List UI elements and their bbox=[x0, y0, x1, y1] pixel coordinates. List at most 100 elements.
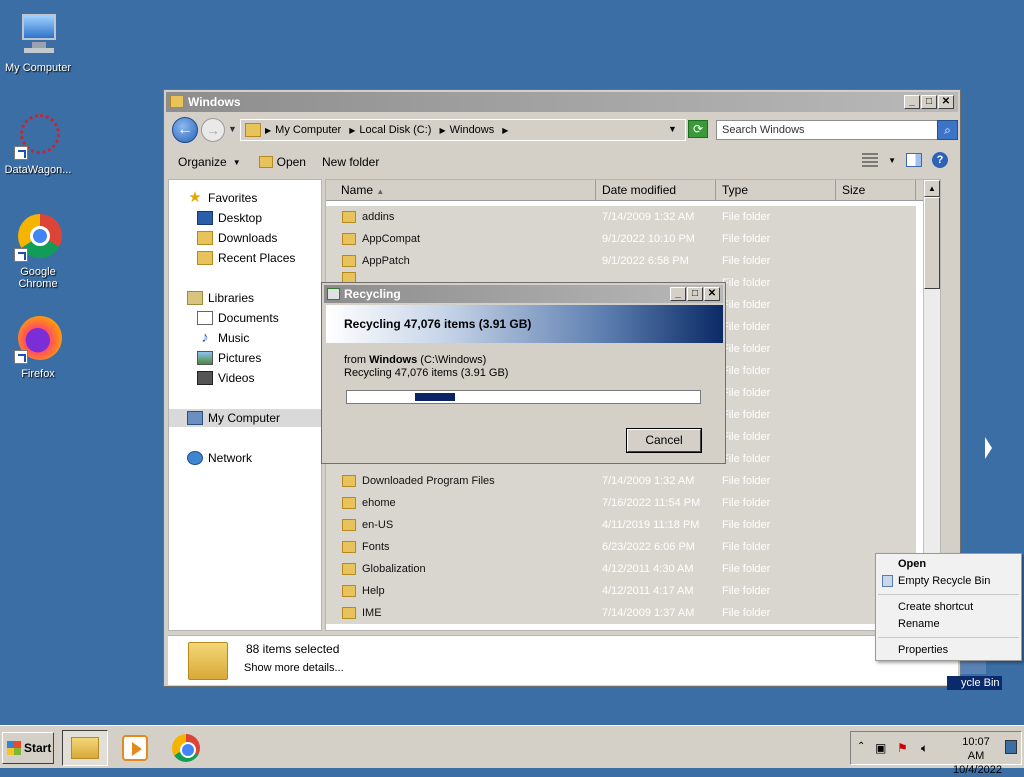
row-name: Fonts bbox=[342, 536, 390, 558]
show-more-details-link[interactable]: Show more details... bbox=[244, 662, 344, 674]
column-type[interactable]: Type bbox=[716, 180, 836, 201]
volume-icon[interactable]: 🔈︎ bbox=[921, 741, 928, 756]
menu-item-rename[interactable]: Rename bbox=[876, 616, 1021, 633]
menu-item-create-shortcut[interactable]: Create shortcut bbox=[876, 599, 1021, 616]
music-icon: ♪ bbox=[201, 329, 209, 346]
row-type: File folder bbox=[722, 365, 771, 377]
minimize-button[interactable]: _ bbox=[904, 95, 920, 109]
close-button[interactable]: ✕ bbox=[938, 95, 954, 109]
nav-desktop[interactable]: Desktop bbox=[169, 209, 321, 227]
menu-item-properties[interactable]: Properties bbox=[876, 642, 1021, 659]
maximize-button[interactable]: □ bbox=[687, 287, 703, 301]
breadcrumb-arrow-icon[interactable]: ▶ bbox=[265, 126, 271, 135]
row-date: 7/16/2022 11:54 PM bbox=[602, 497, 701, 509]
table-row[interactable]: Downloaded Program Files 7/14/2009 1:32 A… bbox=[326, 470, 916, 492]
nav-network[interactable]: Network bbox=[169, 449, 321, 467]
table-row[interactable]: AppCompat 9/1/2022 10:10 PM File folder bbox=[326, 228, 916, 250]
close-button[interactable]: ✕ bbox=[704, 287, 720, 301]
nav-favorites[interactable]: ★ Favorites bbox=[169, 189, 321, 207]
column-date-modified[interactable]: Date modified bbox=[596, 180, 716, 201]
menu-item-empty-recycle-bin[interactable]: Empty Recycle Bin bbox=[876, 573, 1021, 590]
open-button[interactable]: Open bbox=[258, 155, 306, 169]
taskbar-explorer-button[interactable] bbox=[62, 730, 108, 766]
column-name[interactable]: Name ▲ bbox=[326, 180, 596, 201]
cancel-button[interactable]: Cancel bbox=[626, 428, 702, 453]
search-input[interactable]: Search Windows bbox=[716, 120, 938, 140]
search-icon[interactable]: ⌕ bbox=[937, 120, 958, 140]
table-row[interactable]: addins 7/14/2009 1:32 AM File folder bbox=[326, 206, 916, 228]
row-type: File folder bbox=[722, 321, 771, 333]
breadcrumb-arrow-icon[interactable]: ▶ bbox=[349, 126, 355, 135]
dialog-titlebar[interactable]: Recycling _ □ ✕ bbox=[324, 285, 723, 303]
nav-videos[interactable]: Videos bbox=[169, 369, 321, 387]
table-row[interactable]: AppPatch 9/1/2022 6:58 PM File folder bbox=[326, 250, 916, 272]
address-row: ← → ▼ ▶ My Computer ▶ Local Disk (C:) ▶ … bbox=[166, 114, 958, 146]
breadcrumb-arrow-icon[interactable]: ▶ bbox=[439, 126, 445, 135]
views-chevron-icon[interactable]: ▼ bbox=[888, 156, 896, 165]
progress-bar bbox=[346, 390, 701, 404]
nav-label: Music bbox=[218, 331, 250, 345]
chrome-icon bbox=[172, 734, 200, 762]
table-row[interactable]: en-US 4/11/2019 11:18 PM File folder bbox=[326, 514, 916, 536]
nav-pictures[interactable]: Pictures bbox=[169, 349, 321, 367]
views-icon[interactable] bbox=[862, 153, 879, 167]
clock[interactable]: 10:07 AM 10/4/2022 bbox=[953, 735, 1002, 777]
documents-icon bbox=[197, 311, 213, 325]
breadcrumb-windows[interactable]: Windows bbox=[450, 124, 495, 136]
nav-downloads[interactable]: Downloads bbox=[169, 229, 321, 247]
address-bar[interactable]: ▶ My Computer ▶ Local Disk (C:) ▶ Window… bbox=[240, 119, 686, 141]
desktop-icon-firefox[interactable]: Firefox bbox=[0, 316, 76, 380]
scroll-up-arrow-icon[interactable]: ▲ bbox=[924, 180, 940, 197]
column-size[interactable]: Size bbox=[836, 180, 916, 201]
row-name-text: AppCompat bbox=[362, 233, 421, 245]
maximize-button[interactable]: □ bbox=[921, 95, 937, 109]
breadcrumb-arrow-icon[interactable]: ▶ bbox=[502, 126, 508, 135]
taskbar-media-player-button[interactable] bbox=[112, 730, 158, 766]
scroll-thumb[interactable] bbox=[924, 197, 940, 289]
nav-documents[interactable]: Documents bbox=[169, 309, 321, 327]
row-name: en-US bbox=[342, 514, 393, 536]
nav-music[interactable]: ♪ Music bbox=[169, 329, 321, 347]
table-row[interactable]: Globalization 4/12/2011 4:30 AM File folde… bbox=[326, 558, 916, 580]
column-headers: Name ▲ Date modified Type Size bbox=[326, 180, 940, 201]
column-label: Date modified bbox=[602, 183, 677, 197]
recent-pages-chevron-icon[interactable]: ▼ bbox=[228, 124, 237, 134]
nav-recent-places[interactable]: Recent Places bbox=[169, 249, 321, 267]
desktop-icon-datawagon[interactable]: DataWagon... bbox=[0, 112, 76, 176]
minimize-button[interactable]: _ bbox=[670, 287, 686, 301]
show-desktop-icon[interactable] bbox=[1005, 740, 1017, 754]
desktop-icon-chrome[interactable]: Google Chrome bbox=[0, 214, 76, 290]
address-dropdown-icon[interactable]: ▼ bbox=[668, 124, 677, 134]
preview-pane-icon[interactable] bbox=[906, 153, 922, 167]
start-button[interactable]: Start bbox=[2, 732, 54, 764]
breadcrumb-my-computer[interactable]: My Computer bbox=[275, 124, 341, 136]
organize-button[interactable]: Organize ▼ bbox=[178, 155, 241, 169]
taskbar-chrome-button[interactable] bbox=[163, 730, 209, 766]
row-name-text: Downloaded Program Files bbox=[362, 475, 495, 487]
nav-my-computer[interactable]: My Computer bbox=[169, 409, 321, 427]
videos-icon bbox=[197, 371, 213, 385]
help-icon[interactable]: ? bbox=[932, 152, 948, 168]
explorer-titlebar[interactable]: Windows _ □ ✕ bbox=[166, 92, 958, 112]
recycle-bin-label[interactable]: ycle Bin bbox=[947, 676, 1002, 690]
back-button[interactable]: ← bbox=[172, 117, 198, 143]
refresh-button[interactable]: ⟳ bbox=[688, 120, 708, 138]
row-date: 9/1/2022 6:58 PM bbox=[602, 255, 689, 267]
desktop-icon-my-computer[interactable]: My Computer bbox=[0, 10, 76, 74]
action-center-icon[interactable]: ⚑ bbox=[897, 741, 908, 755]
table-row[interactable]: IME 7/14/2009 1:37 AM File folder bbox=[326, 602, 916, 624]
table-row[interactable]: Fonts 6/23/2022 6:06 PM File folder bbox=[326, 536, 916, 558]
menu-label: Empty Recycle Bin bbox=[898, 575, 991, 587]
new-folder-button[interactable]: New folder bbox=[322, 155, 379, 169]
row-type: File folder bbox=[722, 233, 771, 245]
show-hidden-icons-chevron-icon[interactable]: ⌃ bbox=[857, 741, 865, 752]
table-row[interactable]: Help 4/12/2011 4:17 AM File folder bbox=[326, 580, 916, 602]
nav-libraries[interactable]: Libraries bbox=[169, 289, 321, 307]
forward-button[interactable]: → bbox=[201, 118, 225, 142]
table-row[interactable]: ehome 7/16/2022 11:54 PM File folder bbox=[326, 492, 916, 514]
start-label: Start bbox=[24, 741, 52, 755]
menu-item-open[interactable]: Open bbox=[876, 556, 1021, 573]
progress-marquee bbox=[415, 393, 455, 401]
breadcrumb-local-disk[interactable]: Local Disk (C:) bbox=[359, 124, 431, 136]
network-status-icon[interactable]: ▣ bbox=[875, 741, 886, 755]
